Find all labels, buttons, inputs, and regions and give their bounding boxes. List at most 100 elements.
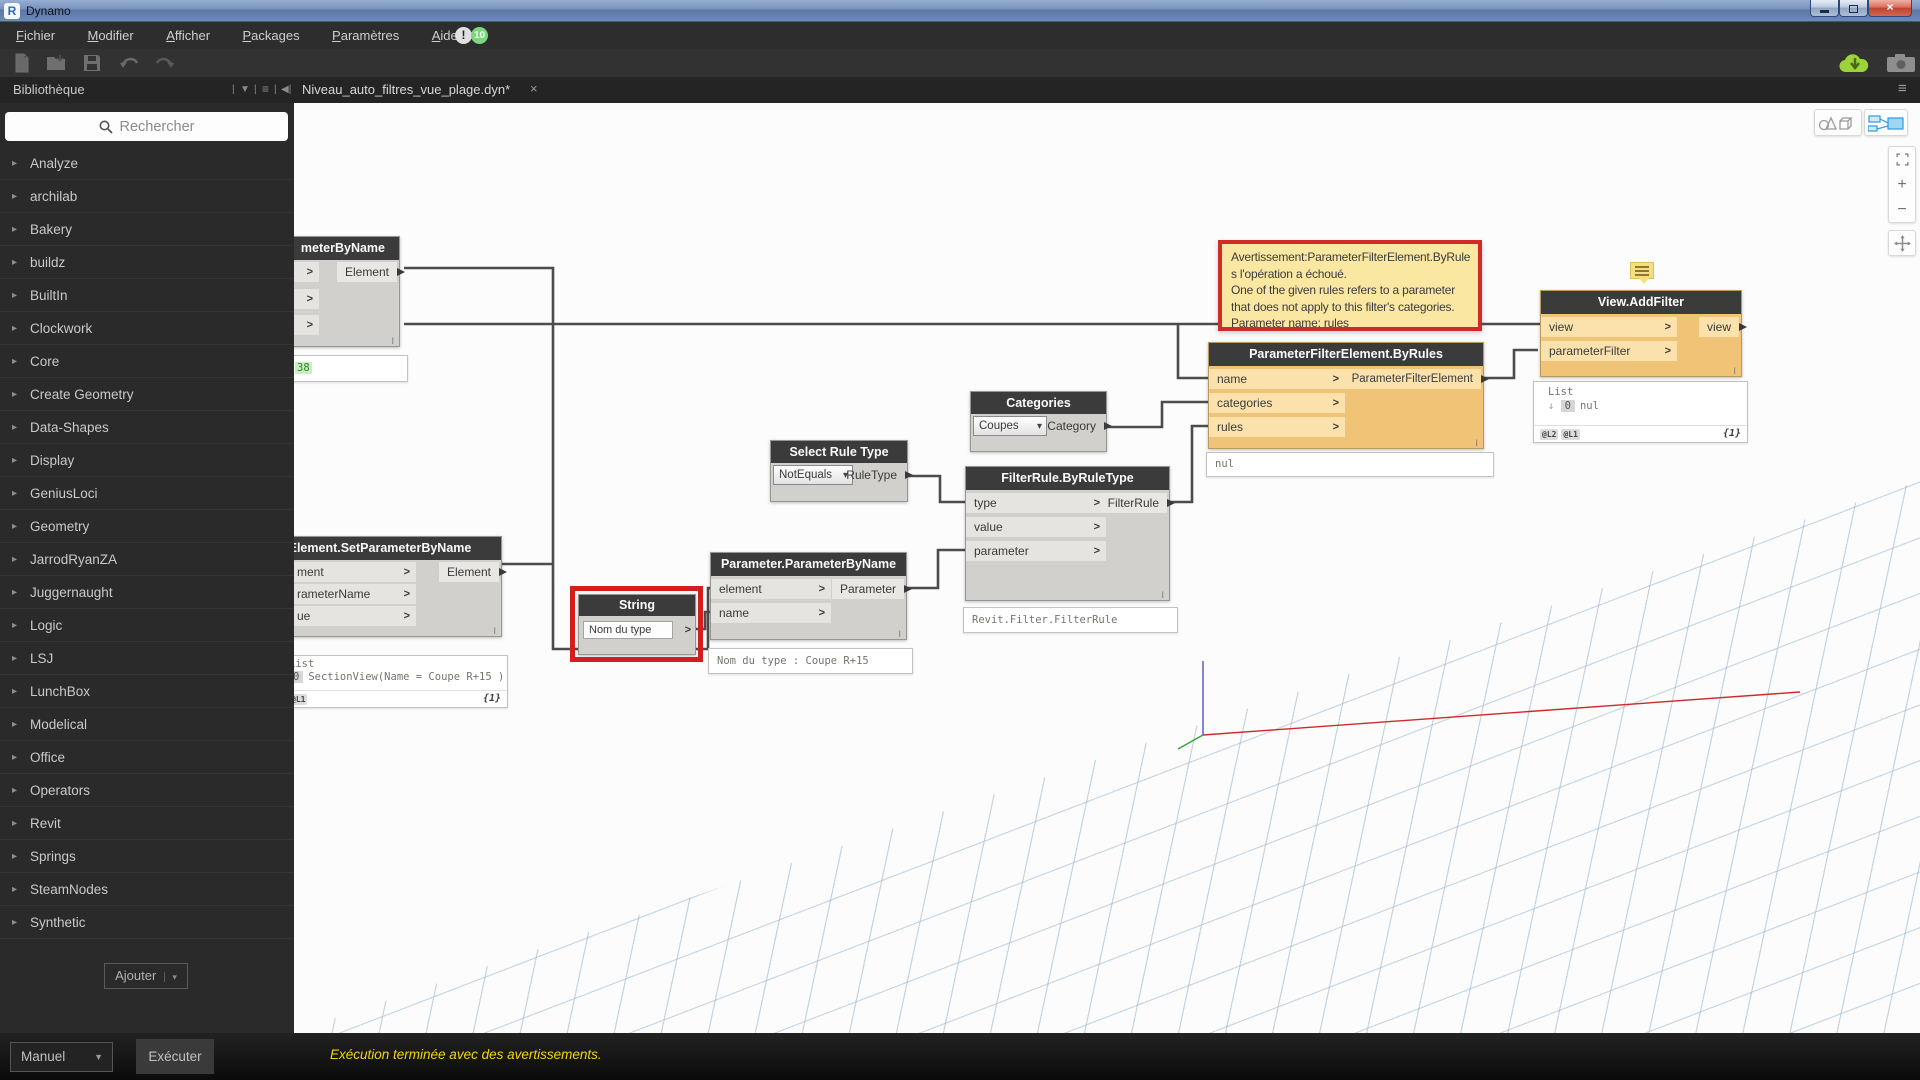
string-input[interactable]: Nom du type [583, 621, 673, 639]
output-port[interactable]: Category [1039, 416, 1112, 436]
sidebar-item-geometry[interactable]: ▸ Geometry [0, 510, 294, 543]
sidebar-item-steamnodes[interactable]: ▸ SteamNodes [0, 873, 294, 906]
node-title[interactable]: View.AddFilter [1541, 291, 1741, 314]
node-view-add-filter[interactable]: View.AddFilter view > parameterFilter > vi… [1540, 290, 1748, 377]
new-file-icon[interactable] [12, 53, 32, 73]
menu-parametres[interactable]: Paramètres [332, 22, 399, 49]
fit-view-button[interactable] [1889, 147, 1915, 172]
sidebar-item-logic[interactable]: ▸ Logic [0, 609, 294, 642]
node-title[interactable]: Select Rule Type [771, 441, 907, 463]
add-package-button[interactable]: Ajouter ▾ [104, 963, 188, 989]
note-icon[interactable] [1630, 262, 1654, 284]
input-port-value[interactable]: value > [966, 517, 1106, 537]
node-string[interactable]: String Nom du type > [578, 594, 696, 655]
run-button[interactable]: Exécuter [136, 1039, 214, 1074]
node-element-set-parameter[interactable]: Element.SetParameterByName ment > rameter… [258, 536, 508, 637]
sidebar-item-jarrodryanza[interactable]: ▸ JarrodRyanZA [0, 543, 294, 576]
sidebar-item-core[interactable]: ▸ Core [0, 345, 294, 378]
node-title[interactable]: ParameterFilterElement.ByRules [1209, 343, 1483, 366]
sidebar-item-office[interactable]: ▸ Office [0, 741, 294, 774]
sidebar-item-modelical[interactable]: ▸ Modelical [0, 708, 294, 741]
input-port-element[interactable]: element > [711, 579, 831, 599]
search-input[interactable]: Rechercher [5, 112, 288, 141]
node-filter-rule[interactable]: FilterRule.ByRuleType type > value > param… [965, 466, 1176, 601]
sidebar-item-clockwork[interactable]: ▸ Clockwork [0, 312, 294, 345]
input-port-rules[interactable]: rules > [1209, 417, 1345, 437]
document-tab[interactable]: Niveau_auto_filtres_vue_plage.dyn* [302, 82, 510, 97]
node-categories[interactable]: Categories Coupes Category [970, 391, 1112, 452]
redo-icon[interactable] [152, 53, 176, 73]
node-title[interactable]: Element.SetParameterByName [259, 537, 501, 560]
node-title[interactable]: String [579, 595, 695, 616]
node-select-rule-type[interactable]: Select Rule Type NotEquals RuleType [770, 440, 913, 502]
hamburger-menu-icon[interactable]: ≡ [1898, 80, 1907, 97]
output-port[interactable]: RuleType [838, 465, 913, 485]
menu-afficher[interactable]: Afficher [166, 22, 210, 49]
sidebar-item-builtin[interactable]: ▸ BuiltIn [0, 279, 294, 312]
input-port-view[interactable]: view > [1541, 317, 1677, 337]
sidebar-item-synthetic[interactable]: ▸ Synthetic [0, 906, 294, 939]
maximize-button[interactable] [1839, 0, 1868, 17]
output-port[interactable]: ParameterFilterElement [1343, 369, 1490, 389]
sidebar-item-display[interactable]: ▸ Display [0, 444, 294, 477]
geometry-view-button[interactable] [1814, 109, 1862, 136]
sidebar-item-lunchbox[interactable]: ▸ LunchBox [0, 675, 294, 708]
preview-value: SectionView(Name = Coupe R+15 ) [308, 671, 505, 683]
close-button[interactable]: × [1868, 0, 1912, 17]
sidebar-item-create-geometry[interactable]: ▸ Create Geometry [0, 378, 294, 411]
camera-export-icon[interactable] [1886, 54, 1916, 73]
open-file-icon[interactable] [46, 53, 68, 73]
sidebar-item-lsj[interactable]: ▸ LSJ [0, 642, 294, 675]
window-titlebar[interactable]: R Dynamo × [0, 0, 1920, 22]
menu-packages[interactable]: Packages [243, 22, 300, 49]
sidebar-item-data-shapes[interactable]: ▸ Data-Shapes [0, 411, 294, 444]
node-parameter-filter-element[interactable]: ParameterFilterElement.ByRules name > cat… [1208, 342, 1490, 449]
zoom-in-button[interactable]: + [1889, 172, 1915, 197]
input-port-name[interactable]: name > [711, 603, 831, 623]
input-port-name[interactable]: name > [1209, 369, 1345, 389]
collapse-panel-icon[interactable]: ◀| [281, 84, 291, 95]
undo-icon[interactable] [118, 53, 142, 73]
menu-aide[interactable]: Aide [432, 22, 458, 49]
output-port[interactable]: Element [438, 562, 508, 582]
output-port[interactable]: > [677, 622, 695, 638]
expand-arrow-icon: ▸ [12, 224, 18, 235]
node-parameter-by-name[interactable]: Parameter.ParameterByName element > name >… [710, 552, 913, 640]
package-cloud-download-icon[interactable] [1838, 52, 1874, 75]
input-port-type[interactable]: type > [966, 493, 1106, 513]
sidebar-item-geniusloci[interactable]: ▸ GeniusLoci [0, 477, 294, 510]
notification-count-badge[interactable]: 10 [471, 27, 488, 44]
alert-badge-icon[interactable]: ! [455, 27, 472, 44]
sidebar-item-bakery[interactable]: ▸ Bakery [0, 213, 294, 246]
zoom-out-button[interactable]: − [1889, 197, 1915, 222]
minimize-button[interactable] [1810, 0, 1839, 17]
input-port-categories[interactable]: categories > [1209, 393, 1345, 413]
sidebar-item-operators[interactable]: ▸ Operators [0, 774, 294, 807]
output-port[interactable]: Parameter [831, 579, 913, 599]
graph-view-button[interactable] [1864, 109, 1908, 136]
sidebar-item-archilab[interactable]: ▸ archilab [0, 180, 294, 213]
list-view-icon[interactable]: ≡ [262, 82, 269, 96]
sidebar-item-springs[interactable]: ▸ Springs [0, 840, 294, 873]
tab-close-icon[interactable]: × [530, 81, 538, 96]
node-title[interactable]: Categories [971, 392, 1106, 414]
node-title[interactable]: Parameter.ParameterByName [711, 553, 906, 576]
output-port[interactable]: view [1698, 317, 1748, 337]
input-port-parameter[interactable]: parameter > [966, 541, 1106, 561]
run-mode-select[interactable]: Manuel ▼ [10, 1042, 113, 1072]
sidebar-item-buildz[interactable]: ▸ buildz [0, 246, 294, 279]
output-port[interactable]: Element [336, 262, 406, 282]
menu-modifier[interactable]: Modifier [87, 22, 133, 49]
pan-button[interactable] [1888, 230, 1916, 256]
categories-dropdown[interactable]: Coupes [973, 416, 1047, 436]
node-title[interactable]: FilterRule.ByRuleType [966, 467, 1169, 490]
input-port-parameterfilter[interactable]: parameterFilter > [1541, 341, 1677, 361]
output-port[interactable]: FilterRule [1099, 493, 1176, 513]
filter-icon[interactable]: ▼ [240, 84, 250, 95]
menu-fichier[interactable]: Fichier [16, 22, 55, 49]
sidebar-item-juggernaught[interactable]: ▸ Juggernaught [0, 576, 294, 609]
expand-arrow-icon: ▸ [12, 587, 18, 598]
save-icon[interactable] [82, 53, 102, 73]
sidebar-item-revit[interactable]: ▸ Revit [0, 807, 294, 840]
sidebar-item-analyze[interactable]: ▸ Analyze [0, 147, 294, 180]
